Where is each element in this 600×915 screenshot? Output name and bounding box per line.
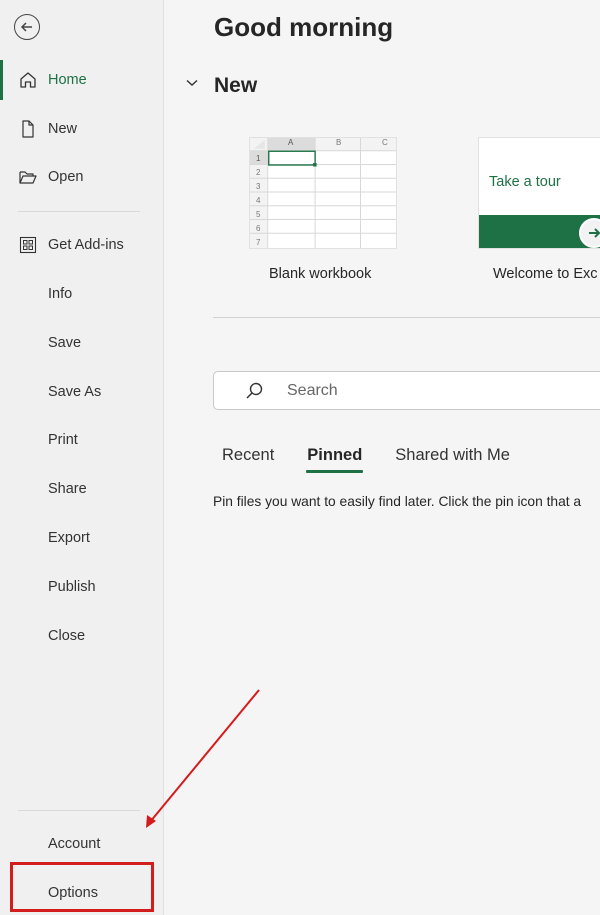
sidebar-item-save[interactable]: Save xyxy=(0,323,164,363)
sidebar-item-get-add-ins[interactable]: Get Add-ins xyxy=(0,225,164,265)
column-header: A xyxy=(288,138,294,147)
sidebar-item-label: Print xyxy=(48,432,78,448)
sidebar-item-close[interactable]: Close xyxy=(0,616,164,656)
sidebar-item-print[interactable]: Print xyxy=(0,420,164,460)
welcome-tour-thumbnail: Take a tour xyxy=(478,137,600,249)
home-icon xyxy=(17,69,39,91)
sidebar-item-label: Save xyxy=(48,335,82,351)
backstage-sidebar: Home New Open Get Add-ins Info Save Save… xyxy=(0,0,164,915)
row-header: 5 xyxy=(256,210,261,219)
sidebar-item-account[interactable]: Account xyxy=(0,824,164,864)
row-header: 6 xyxy=(256,224,261,233)
sidebar-item-export[interactable]: Export xyxy=(0,518,164,558)
greeting-heading: Good morning xyxy=(214,12,394,42)
sidebar-item-share[interactable]: Share xyxy=(0,469,164,509)
sidebar-item-label: Info xyxy=(48,286,73,302)
sidebar-item-new[interactable]: New xyxy=(0,109,164,149)
sidebar-item-save-as[interactable]: Save As xyxy=(0,372,164,412)
sidebar-item-label: Get Add-ins xyxy=(48,237,124,253)
sidebar-item-home[interactable]: Home xyxy=(0,60,164,100)
chevron-down-icon xyxy=(185,76,199,90)
sidebar-item-label: Account xyxy=(48,836,101,852)
tab-pinned[interactable]: Pinned xyxy=(306,446,364,473)
sidebar-divider xyxy=(18,810,140,811)
tour-thumb-text: Take a tour xyxy=(489,174,561,190)
search-box[interactable] xyxy=(213,371,600,410)
new-section-title: New xyxy=(214,74,258,97)
search-input[interactable] xyxy=(287,372,587,409)
sidebar-item-info[interactable]: Info xyxy=(0,274,164,314)
template-label: Welcome to Exc xyxy=(493,266,598,282)
sidebar-item-label: Close xyxy=(48,628,86,644)
spreadsheet-grid-icon xyxy=(250,138,396,248)
row-header: 2 xyxy=(256,168,261,177)
blank-workbook-thumbnail: A B C 1 2 3 4 5 6 7 xyxy=(249,137,397,249)
sidebar-item-label: Share xyxy=(48,481,87,497)
section-divider xyxy=(213,317,600,318)
column-header: C xyxy=(382,138,388,147)
sidebar-item-label: Save As xyxy=(48,384,102,400)
row-header: 7 xyxy=(256,238,261,247)
folder-open-icon xyxy=(17,166,39,188)
sidebar-divider xyxy=(18,211,140,212)
sidebar-item-label: Home xyxy=(48,72,87,88)
pinned-empty-message: Pin files you want to easily find later.… xyxy=(213,494,582,509)
row-header: 3 xyxy=(256,182,261,191)
sidebar-item-label: Publish xyxy=(48,579,96,595)
row-header: 1 xyxy=(256,154,261,163)
tab-recent[interactable]: Recent xyxy=(222,446,274,469)
sidebar-item-open[interactable]: Open xyxy=(0,157,164,197)
home-main-panel: Good morning New A B C 1 2 3 4 5 6 7 Bla… xyxy=(165,0,600,915)
file-list-tabs: Recent Pinned Shared with Me xyxy=(222,446,543,473)
sidebar-item-label: New xyxy=(48,121,78,137)
new-section-toggle[interactable] xyxy=(185,76,199,90)
arrow-left-icon xyxy=(20,22,32,32)
search-icon xyxy=(246,382,263,399)
tab-shared-with-me[interactable]: Shared with Me xyxy=(395,446,510,469)
sidebar-item-label: Open xyxy=(48,169,84,185)
back-button[interactable] xyxy=(14,14,40,40)
row-header: 4 xyxy=(256,196,261,205)
column-header: B xyxy=(336,138,342,147)
sidebar-item-publish[interactable]: Publish xyxy=(0,567,164,607)
sidebar-item-label: Export xyxy=(48,530,90,546)
template-label: Blank workbook xyxy=(269,266,372,282)
add-ins-grid-icon xyxy=(17,234,39,256)
sidebar-item-label: Options xyxy=(48,885,98,901)
new-document-icon xyxy=(17,118,39,140)
sidebar-item-options[interactable]: Options xyxy=(0,873,164,913)
